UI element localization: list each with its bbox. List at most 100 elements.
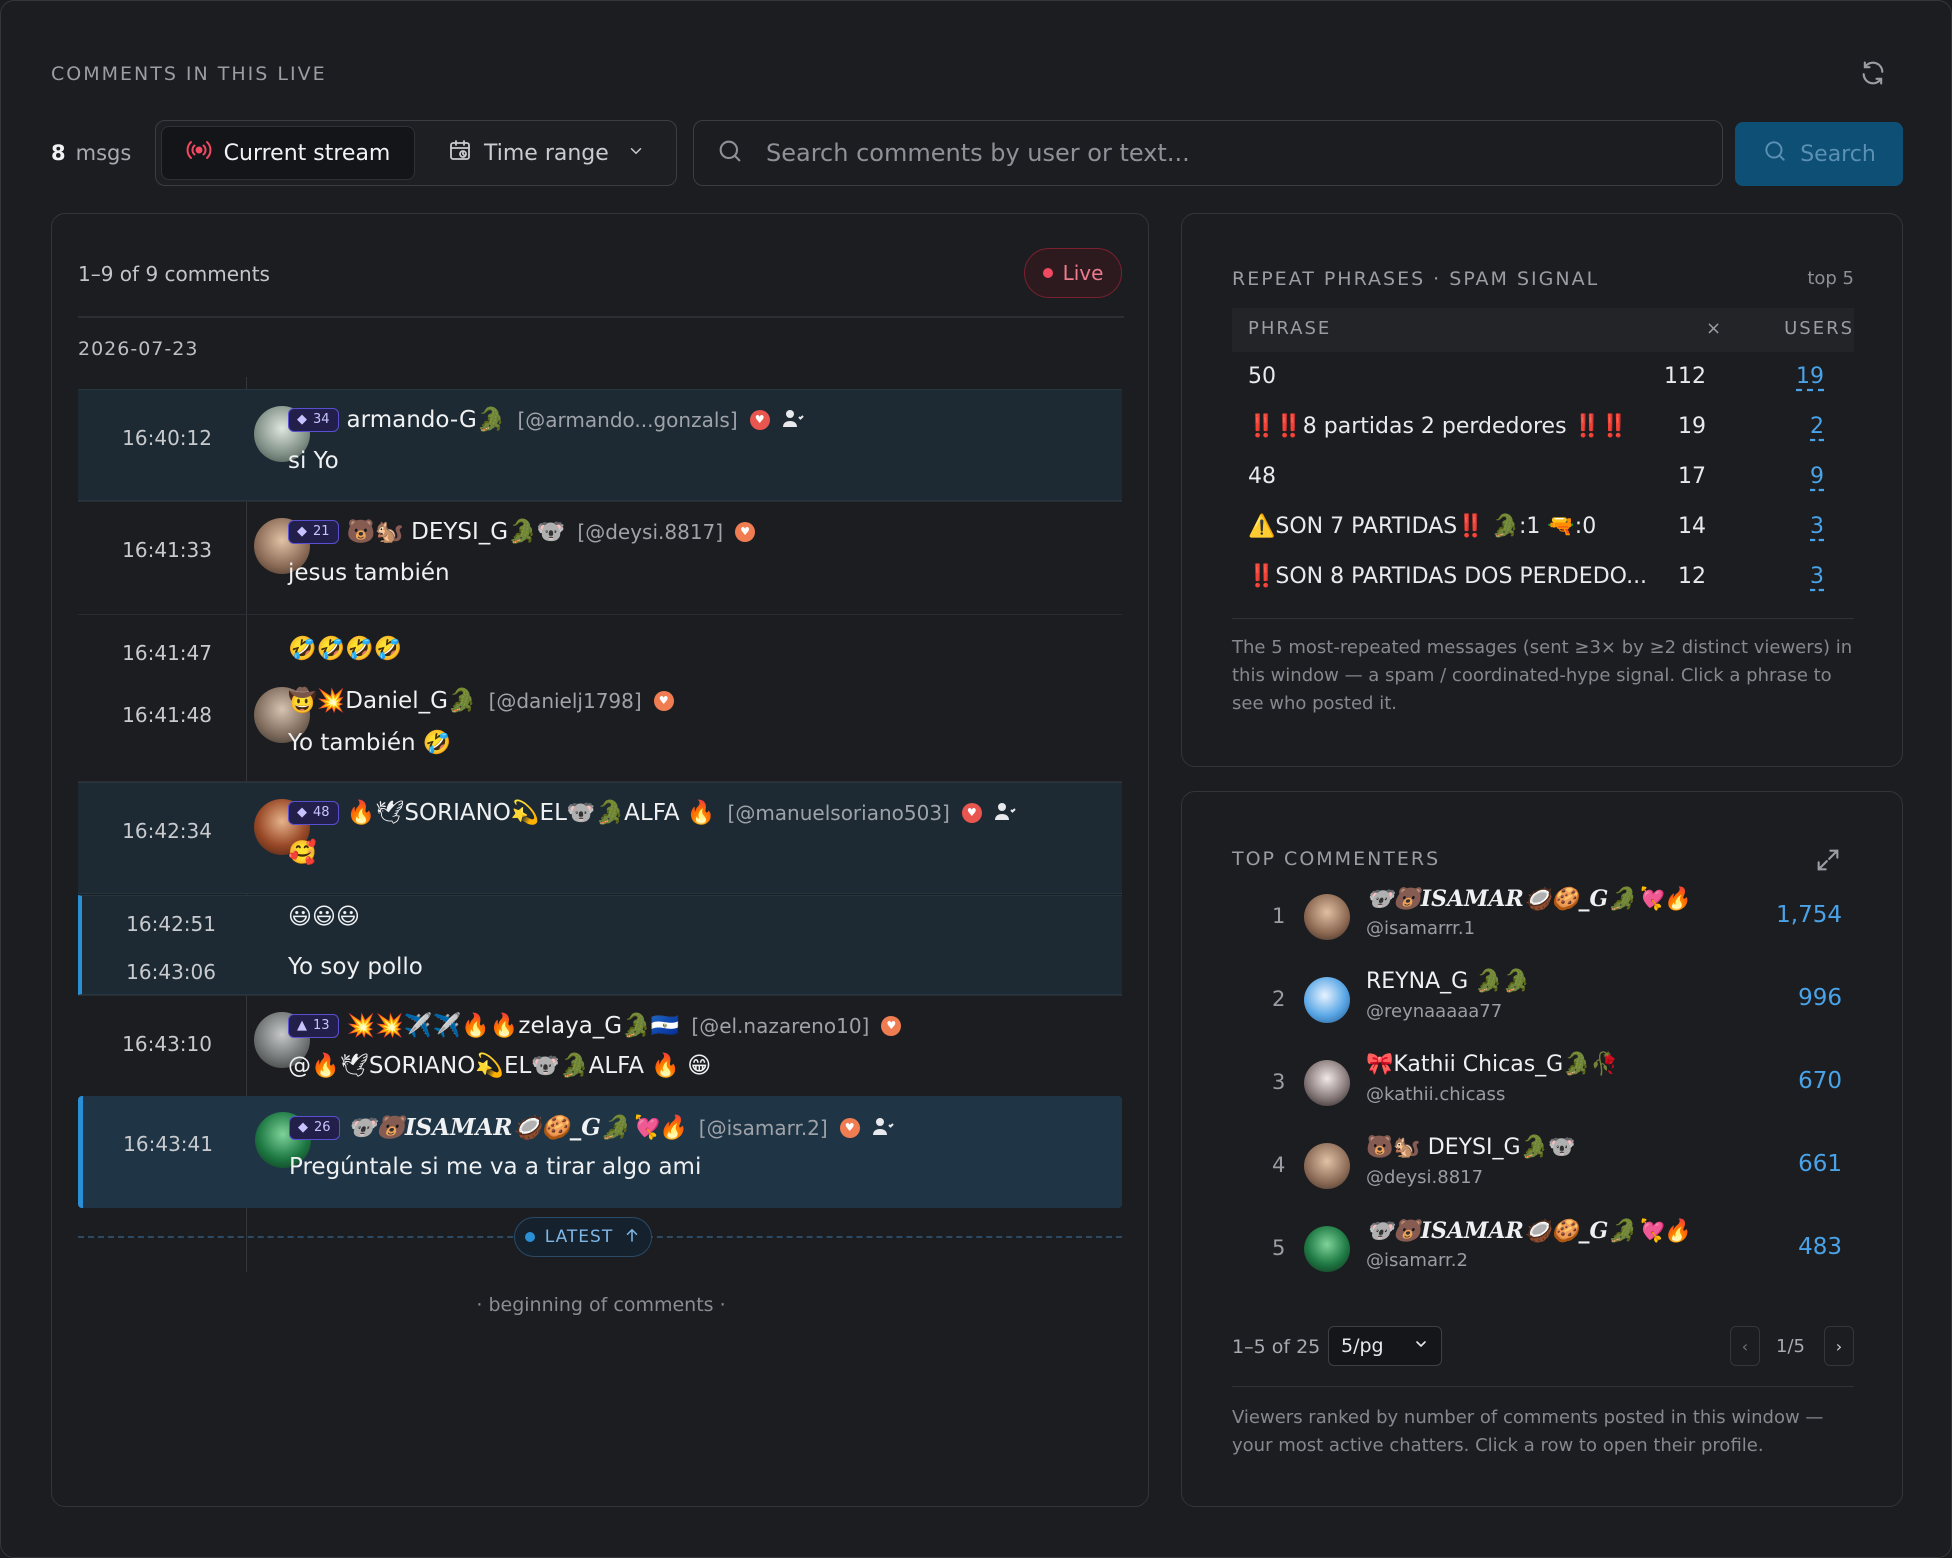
message-count-unit: msgs <box>75 141 132 165</box>
commenter-row[interactable]: 2 REYNA_G 🐊🐊 @reynaaaaa77 996 <box>1232 959 1854 1039</box>
rank: 3 <box>1272 1070 1286 1094</box>
level-badge: ◆ 48 <box>288 800 339 825</box>
live-badge[interactable]: Live <box>1024 248 1122 298</box>
commenter-name: 🐻🐿️ DEYSI_G🐊🐨 <box>1366 1135 1576 1160</box>
username[interactable]: armando-G🐊 <box>347 407 506 433</box>
per-page-select[interactable]: 5/pg <box>1328 1326 1442 1366</box>
comment-time: 16:43:06 <box>126 960 216 984</box>
user-handle[interactable]: [@isamarr.2] <box>699 1116 828 1140</box>
comment-row[interactable]: 16:42:34 ◆ 48 🔥🕊SORIANO💫EL🐨🐊ALFA 🔥 [@manuel… <box>78 782 1122 894</box>
avatar <box>1304 977 1350 1023</box>
users-count[interactable]: 2 <box>1810 414 1824 439</box>
search-button-label: Search <box>1800 141 1876 167</box>
rank: 5 <box>1272 1236 1286 1260</box>
live-label: Live <box>1062 261 1104 285</box>
comment-row[interactable]: 16:43:10 ▲ 13 💥💥✈️✈️🔥🔥zelaya_G🐊🇸🇻 [@el.naza… <box>78 996 1122 1108</box>
commenter-handle: @deysi.8817 <box>1366 1167 1484 1188</box>
top-count-label: top 5 <box>1807 268 1854 289</box>
users-count[interactable]: 19 <box>1796 364 1824 389</box>
prev-page-button[interactable]: ‹ <box>1730 1326 1760 1366</box>
latest-button[interactable]: LATEST <box>514 1217 652 1257</box>
follower-icon <box>782 408 804 432</box>
comment-row[interactable]: 16:42:51 😃😃😃 16:43:06 Yo soy pollo <box>78 895 1122 995</box>
table-row[interactable]: 50 112 19 <box>1232 354 1854 404</box>
next-page-button[interactable]: › <box>1824 1326 1854 1366</box>
user-handle[interactable]: [@deysi.8817] <box>577 520 723 544</box>
users-count[interactable]: 9 <box>1810 464 1824 489</box>
times-count: 12 <box>1678 564 1706 589</box>
commenter-row[interactable]: 5 🐨🐻ISAMAR🥥🍪_G🐊💘🔥 @isamarr.2 483 <box>1232 1208 1854 1288</box>
pagination-range: 1–5 of 25 <box>1232 1336 1321 1358</box>
phrase[interactable]: 50 <box>1248 364 1276 389</box>
rank: 4 <box>1272 1153 1286 1177</box>
commenter-name: 🎀Kathii Chicas_G🐊🥀 <box>1366 1052 1618 1077</box>
username[interactable]: 🐨🐻ISAMAR🥥🍪_G🐊💘🔥 <box>348 1114 687 1141</box>
phrase[interactable]: ⚠️SON 7 PARTIDAS‼️ 🐊:1 🔫:0 <box>1248 514 1596 539</box>
chevron-right-icon: › <box>1835 1336 1843 1356</box>
level-badge-value: 34 <box>313 412 330 427</box>
current-stream-button[interactable]: Current stream <box>161 126 415 180</box>
table-header: PHRASE × USERS <box>1232 308 1854 352</box>
table-row[interactable]: ‼️SON 8 PARTIDAS DOS PERDEDO... 12 3 <box>1232 554 1854 604</box>
top-commenters-panel: TOP COMMENTERS 1 🐨🐻ISAMAR🥥🍪_G🐊💘🔥 @isamar… <box>1181 791 1903 1507</box>
comment-row[interactable]: 16:41:33 ◆ 21 🐻🐿️ DEYSI_G🐊🐨 [@deysi.8817] ♥ … <box>78 502 1122 614</box>
search-icon <box>716 137 744 169</box>
column-phrase: PHRASE <box>1248 318 1332 339</box>
rank: 1 <box>1272 904 1286 928</box>
avatar <box>1304 1143 1350 1189</box>
username[interactable]: 🐻🐿️ DEYSI_G🐊🐨 <box>347 519 566 545</box>
username[interactable]: 🤠💥Daniel_G🐊 <box>288 688 477 714</box>
expand-icon[interactable] <box>1814 846 1842 878</box>
users-count[interactable]: 3 <box>1810 564 1824 589</box>
user-handle[interactable]: [@armando...gonzals] <box>517 408 737 432</box>
stream-scope-toggle: Current stream Time range <box>155 120 677 186</box>
comment-count: 1,754 <box>1776 902 1842 928</box>
table-row[interactable]: 48 17 9 <box>1232 454 1854 504</box>
avatar <box>1304 894 1350 940</box>
divider <box>1232 1386 1854 1387</box>
comment-time: 16:42:51 <box>126 912 216 936</box>
comment-text: Yo soy pollo <box>288 954 423 980</box>
rank: 2 <box>1272 987 1286 1011</box>
arrow-up-icon <box>623 1226 641 1249</box>
level-badge: ▲ 13 <box>288 1013 339 1038</box>
comment-time: 16:41:47 <box>122 641 212 665</box>
phrase[interactable]: ‼️SON 8 PARTIDAS DOS PERDEDO... <box>1248 564 1647 589</box>
table-row[interactable]: ‼️‼️8 partidas 2 perdedores ‼️‼️ 19 2 <box>1232 404 1854 454</box>
commenter-row[interactable]: 4 🐻🐿️ DEYSI_G🐊🐨 @deysi.8817 661 <box>1232 1125 1854 1205</box>
users-count[interactable]: 3 <box>1810 514 1824 539</box>
comment-row[interactable]: 16:41:47 🤣🤣🤣🤣 16:41:48 🤠💥Daniel_G🐊 [@dani… <box>78 615 1122 781</box>
beginning-of-comments: · beginning of comments · <box>476 1294 726 1316</box>
search-button[interactable]: Search <box>1735 122 1903 186</box>
comment-text: @🔥🕊SORIANO💫EL🐨🐊ALFA 🔥 😁 <box>288 1053 712 1079</box>
commenter-row[interactable]: 3 🎀Kathii Chicas_G🐊🥀 @kathii.chicass 670 <box>1232 1042 1854 1122</box>
calendar-icon <box>448 138 472 168</box>
level-badge-value: 26 <box>314 1120 331 1135</box>
diamond-icon: ◆ <box>297 524 307 539</box>
times-count: 14 <box>1678 514 1706 539</box>
message-count: 8 msgs <box>51 141 131 165</box>
table-row[interactable]: ⚠️SON 7 PARTIDAS‼️ 🐊:1 🔫:0 14 3 <box>1232 504 1854 554</box>
search-field <box>693 120 1723 186</box>
phrase[interactable]: 48 <box>1248 464 1276 489</box>
user-handle[interactable]: [@manuelsoriano503] <box>728 801 950 825</box>
refresh-icon[interactable] <box>1857 57 1889 89</box>
comment-row[interactable]: 16:40:12 ◆ 34 armando-G🐊 [@armando...gonzal… <box>78 389 1122 501</box>
level-badge: ◆ 21 <box>288 519 339 544</box>
chevron-down-icon <box>1413 1335 1429 1357</box>
search-input[interactable] <box>764 138 1668 168</box>
commenter-row[interactable]: 1 🐨🐻ISAMAR🥥🍪_G🐊💘🔥 @isamarrr.1 1,754 <box>1232 876 1854 956</box>
time-range-dropdown[interactable]: Time range <box>426 126 666 180</box>
user-handle[interactable]: [@el.nazareno10] <box>691 1014 869 1038</box>
heart-icon: ♥ <box>749 409 770 430</box>
phrase[interactable]: ‼️‼️8 partidas 2 perdedores ‼️‼️ <box>1248 414 1628 439</box>
username[interactable]: 🔥🕊SORIANO💫EL🐨🐊ALFA 🔥 <box>347 800 716 826</box>
comment-time: 16:42:34 <box>122 819 212 843</box>
user-handle[interactable]: [@danielj1798] <box>489 689 642 713</box>
username[interactable]: 💥💥✈️✈️🔥🔥zelaya_G🐊🇸🇻 <box>347 1013 680 1039</box>
repeat-phrases-panel: REPEAT PHRASES · SPAM SIGNAL top 5 PHRAS… <box>1181 213 1903 767</box>
diamond-icon: ◆ <box>297 805 307 820</box>
diamond-icon: ◆ <box>298 1120 308 1135</box>
comment-row-selected[interactable]: 16:43:41 ◆ 26 🐨🐻ISAMAR🥥🍪_G🐊💘🔥 [@isamarr.2] ♥… <box>78 1096 1122 1208</box>
column-times: × <box>1706 318 1724 339</box>
